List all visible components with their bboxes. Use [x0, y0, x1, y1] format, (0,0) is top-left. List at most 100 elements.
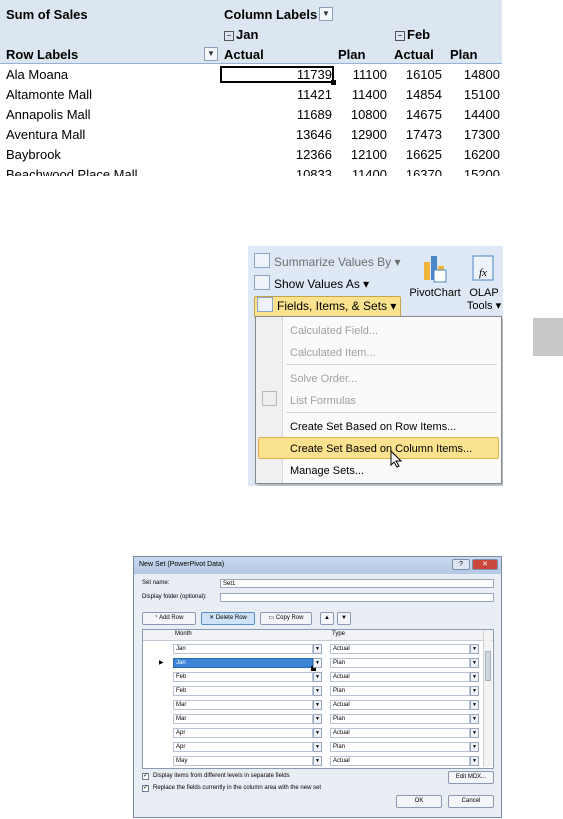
add-row-button[interactable]: ⁺ Add Row	[142, 612, 196, 625]
month-cell[interactable]: Mar	[173, 700, 313, 710]
type-dropdown-icon[interactable]: ▼	[470, 672, 479, 682]
table-row[interactable]: Baybrook 12366 12100 16625 16200	[0, 145, 502, 165]
menu-item-calculated-item[interactable]: Calculated Item...	[290, 347, 376, 359]
type-dropdown-icon[interactable]: ▼	[470, 728, 479, 738]
month-cell[interactable]: Jan	[173, 658, 316, 671]
list-item[interactable]: Feb ▼ Actual ▼	[143, 670, 493, 684]
copy-row-button[interactable]: ▭ Copy Row	[260, 612, 312, 625]
cell-value[interactable]: 11400	[335, 167, 387, 176]
month-cell[interactable]: Feb	[173, 686, 313, 696]
list-item[interactable]: Mar ▼ Actual ▼	[143, 698, 493, 712]
type-cell[interactable]: Plan	[330, 714, 470, 724]
menu-item-create-set-row[interactable]: Create Set Based on Row Items...	[290, 421, 456, 433]
type-cell[interactable]: Actual	[330, 644, 470, 654]
type-cell[interactable]: Actual	[330, 756, 470, 766]
move-up-button[interactable]: ▲	[320, 612, 334, 625]
list-item[interactable]: Mar ▼ Plan ▼	[143, 712, 493, 726]
cell-value[interactable]: 10800	[335, 107, 387, 122]
cell-value[interactable]: 15200	[445, 167, 500, 176]
row-labels-filter-button[interactable]: ▼	[204, 47, 218, 61]
cell-value[interactable]: 16105	[390, 67, 442, 82]
list-item[interactable]: ▶ Jan ▼ Plan ▼	[143, 656, 493, 671]
cell-value[interactable]: 16200	[445, 147, 500, 162]
cell-value[interactable]: 13646	[222, 127, 332, 142]
cell-value[interactable]: 12366	[222, 147, 332, 162]
type-dropdown-icon[interactable]: ▼	[470, 714, 479, 724]
cancel-button[interactable]: Cancel	[448, 795, 494, 808]
separate-fields-checkbox[interactable]: ✓	[142, 773, 149, 780]
month-cell[interactable]: May	[173, 756, 313, 766]
display-folder-input[interactable]	[220, 593, 494, 602]
type-dropdown-icon[interactable]: ▼	[470, 644, 479, 654]
jan-group-header[interactable]: − Jan	[224, 27, 258, 42]
type-dropdown-icon[interactable]: ▼	[470, 756, 479, 766]
month-dropdown-icon[interactable]: ▼	[313, 700, 322, 710]
fields-items-sets-button[interactable]: Fields, Items, & Sets ▾	[254, 296, 402, 318]
help-button[interactable]: ?	[452, 559, 470, 570]
pivotchart-button[interactable]: PivotChart	[406, 252, 464, 299]
month-dropdown-icon[interactable]: ▼	[313, 756, 322, 766]
cell-value[interactable]: 16625	[390, 147, 442, 162]
cell-value[interactable]: 16370	[390, 167, 442, 176]
cell-value[interactable]: 12900	[335, 127, 387, 142]
list-item[interactable]: Feb ▼ Plan ▼	[143, 684, 493, 698]
delete-row-button[interactable]: ✕ Delete Row	[201, 612, 255, 625]
table-row[interactable]: Annapolis Mall 11689 10800 14675 14400	[0, 105, 502, 125]
list-item[interactable]: Apr ▼ Plan ▼	[143, 740, 493, 754]
cell-value[interactable]: 10833	[222, 167, 332, 176]
cell-value[interactable]: 11100	[335, 67, 387, 82]
month-dropdown-icon[interactable]: ▼	[313, 686, 322, 696]
month-dropdown-icon[interactable]: ▼	[313, 728, 322, 738]
menu-item-manage-sets[interactable]: Manage Sets...	[290, 465, 364, 477]
type-cell[interactable]: Actual	[330, 728, 470, 738]
collapse-icon[interactable]: −	[395, 31, 405, 41]
cell-value[interactable]: 17473	[390, 127, 442, 142]
month-dropdown-icon[interactable]: ▼	[313, 714, 322, 724]
menu-item-create-set-column[interactable]: Create Set Based on Column Items...	[290, 443, 472, 455]
show-values-as-button[interactable]: Show Values As ▾	[254, 275, 369, 295]
grid-scrollbar[interactable]	[483, 631, 492, 767]
table-row[interactable]: Ala Moana 11739 11100 16105 14800	[0, 65, 502, 85]
table-row[interactable]: Beachwood Place Mall 10833 11400 16370 1…	[0, 165, 502, 176]
month-dropdown-icon[interactable]: ▼	[313, 644, 322, 654]
cell-value[interactable]: 11739	[222, 67, 332, 82]
cell-value[interactable]: 11689	[222, 107, 332, 122]
edit-mdx-button[interactable]: Edit MDX...	[448, 771, 494, 784]
type-cell[interactable]: Actual	[330, 700, 470, 710]
collapse-icon[interactable]: −	[224, 31, 234, 41]
type-cell[interactable]: Plan	[330, 686, 470, 696]
list-item[interactable]: Jan ▼ Actual ▼	[143, 642, 493, 656]
set-name-input[interactable]: Set1	[220, 579, 494, 588]
month-dropdown-icon[interactable]: ▼	[313, 742, 322, 752]
type-cell[interactable]: Plan	[330, 742, 470, 752]
type-cell[interactable]: Actual	[330, 672, 470, 682]
type-dropdown-icon[interactable]: ▼	[470, 742, 479, 752]
month-dropdown-icon[interactable]: ▼	[313, 672, 322, 682]
table-row[interactable]: Aventura Mall 13646 12900 17473 17300	[0, 125, 502, 145]
list-item[interactable]: May ▼ Actual ▼	[143, 754, 493, 768]
replace-fields-checkbox[interactable]: ✓	[142, 785, 149, 792]
cell-value[interactable]: 14800	[445, 67, 500, 82]
cell-value[interactable]: 12100	[335, 147, 387, 162]
cell-value[interactable]: 14675	[390, 107, 442, 122]
menu-item-list-formulas[interactable]: List Formulas	[290, 395, 356, 407]
month-cell[interactable]: Apr	[173, 728, 313, 738]
column-labels-filter-button[interactable]: ▼	[319, 7, 333, 21]
close-button[interactable]: ✕	[472, 559, 498, 570]
type-dropdown-icon[interactable]: ▼	[470, 700, 479, 710]
month-cell[interactable]: Jan	[173, 644, 313, 654]
cell-value[interactable]: 14854	[390, 87, 442, 102]
menu-item-calculated-field[interactable]: Calculated Field...	[290, 325, 378, 337]
month-dropdown-icon[interactable]: ▼	[313, 658, 322, 668]
scrollbar-thumb[interactable]	[485, 651, 491, 681]
type-dropdown-icon[interactable]: ▼	[470, 658, 479, 668]
type-dropdown-icon[interactable]: ▼	[470, 686, 479, 696]
feb-group-header[interactable]: − Feb	[395, 27, 430, 42]
olap-tools-button[interactable]: fx OLAP Tools ▾	[464, 252, 503, 312]
ok-button[interactable]: OK	[396, 795, 442, 808]
list-item[interactable]: Apr ▼ Actual ▼	[143, 726, 493, 740]
cell-value[interactable]: 14400	[445, 107, 500, 122]
move-down-button[interactable]: ▼	[337, 612, 351, 625]
table-row[interactable]: Altamonte Mall 11421 11400 14854 15100	[0, 85, 502, 105]
type-cell[interactable]: Plan	[330, 658, 470, 668]
